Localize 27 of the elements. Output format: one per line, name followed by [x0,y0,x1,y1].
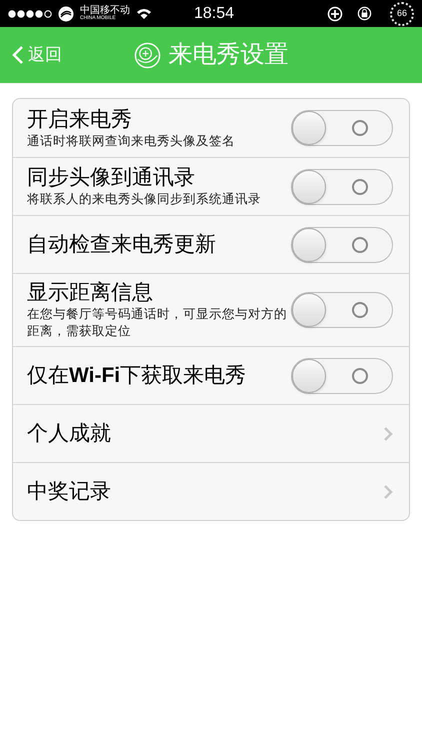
setting-title: 个人成就 [27,420,112,446]
toggle-switch[interactable] [291,292,393,328]
carrier-name: 中国移不动 [80,6,130,16]
back-button[interactable]: 返回 [12,42,62,68]
carrier-logo-icon [58,6,74,22]
setting-title: 仅在Wi-Fi下获取来电秀 [27,362,248,388]
setting-title: 同步头像到通讯录 [27,165,196,191]
setting-title: 显示距离信息 [27,280,154,306]
chevron-right-icon[interactable] [383,484,393,500]
toggle-switch[interactable] [291,358,393,394]
setting-title: 自动检查来电秀更新 [27,232,217,258]
setting-title: 中奖记录 [27,478,112,504]
toggle-switch[interactable] [291,110,393,146]
signal-strength-icon [8,10,52,18]
app-logo-icon [134,42,160,68]
page-title: 来电秀设置 [168,40,288,70]
toggle-switch[interactable] [291,226,393,262]
toggle-switch[interactable] [291,168,393,204]
setting-description: 在您与餐厅等号码通话时，可显示您与对方的距离，需获取定位 [27,306,287,340]
lock-icon [357,6,372,21]
setting-description: 通话时将联网查询来电秀头像及签名 [27,132,236,150]
status-time: 18:54 [194,4,234,24]
setting-title: 开启来电秀 [27,106,133,132]
chevron-right-icon[interactable] [383,426,393,442]
setting-description: 将联系人的来电秀头像同步到系统通讯录 [27,191,262,208]
wifi-icon [136,8,152,20]
back-chevron-icon [12,45,24,65]
